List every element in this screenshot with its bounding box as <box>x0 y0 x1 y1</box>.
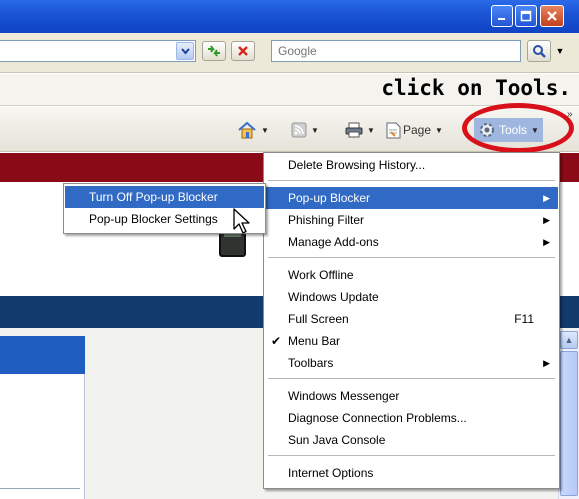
feeds-button[interactable]: ▼ <box>291 119 319 141</box>
scroll-thumb[interactable] <box>560 351 578 496</box>
address-field[interactable] <box>0 40 196 62</box>
rss-feed-icon <box>291 122 307 138</box>
tutorial-annotation-bar: click on Tools. <box>0 74 579 106</box>
close-window-button[interactable] <box>540 5 564 27</box>
chevron-up-icon: ▲ <box>564 335 574 345</box>
chevron-down-icon: ▼ <box>261 125 269 135</box>
tutorial-instruction: click on Tools. <box>381 76 571 100</box>
menu-item-windows-messenger[interactable]: Windows Messenger <box>265 385 558 407</box>
menu-item-label: Work Offline <box>288 268 354 282</box>
chevron-down-icon: ▼ <box>555 46 565 56</box>
menu-separator <box>268 378 555 379</box>
menu-item-label: Delete Browsing History... <box>288 158 426 172</box>
page-menu-button[interactable]: Page ▼ <box>386 119 443 141</box>
maximize-button[interactable] <box>515 5 537 27</box>
close-icon <box>547 11 557 21</box>
address-toolbar: ▼ <box>0 33 579 73</box>
menu-item-label: Menu Bar <box>288 334 341 348</box>
menu-item-toolbars[interactable]: Toolbars ▶ <box>265 352 558 374</box>
stop-icon <box>238 46 248 56</box>
page-menu-label: Page <box>403 123 432 137</box>
maximize-icon <box>520 10 532 22</box>
search-input[interactable] <box>271 40 521 62</box>
refresh-icon <box>208 45 220 57</box>
chevron-down-icon: ▼ <box>435 125 443 135</box>
mouse-pointer-icon <box>233 208 250 234</box>
menu-separator <box>268 180 555 181</box>
submenu-arrow-icon: ▶ <box>543 358 550 368</box>
menu-item-manage-add-ons[interactable]: Manage Add-ons ▶ <box>265 231 558 253</box>
menu-item-delete-browsing-history[interactable]: Delete Browsing History... <box>265 154 558 176</box>
menu-item-label: Phishing Filter <box>288 213 365 227</box>
menu-item-shortcut: F11 <box>514 312 534 326</box>
menu-item-popup-blocker[interactable]: Pop-up Blocker ▶ <box>265 187 558 209</box>
chevron-down-icon <box>180 47 190 55</box>
menu-item-label: Diagnose Connection Problems... <box>288 411 467 425</box>
page-blue-panel <box>0 336 85 374</box>
menu-item-label: Pop-up Blocker <box>288 191 371 205</box>
menu-item-diagnose-connection[interactable]: Diagnose Connection Problems... <box>265 407 558 429</box>
menu-item-label: Windows Messenger <box>288 389 400 403</box>
scroll-up-button[interactable]: ▲ <box>560 331 578 349</box>
menu-separator <box>268 455 555 456</box>
menu-item-label: Toolbars <box>288 356 334 370</box>
menu-item-work-offline[interactable]: Work Offline <box>265 264 558 286</box>
magnifier-icon <box>533 45 546 58</box>
menu-item-label: Internet Options <box>288 466 374 480</box>
menu-item-full-screen[interactable]: Full Screen F11 <box>265 308 558 330</box>
menu-item-internet-options[interactable]: Internet Options <box>265 462 558 484</box>
chevron-down-icon: ▼ <box>367 125 375 135</box>
tools-menu: Delete Browsing History... Pop-up Blocke… <box>263 152 560 489</box>
menu-item-label: Manage Add-ons <box>288 235 379 249</box>
refresh-button[interactable] <box>202 41 226 61</box>
page-side-panel <box>0 374 85 499</box>
checkmark-icon: ✔ <box>271 334 282 348</box>
stop-button[interactable] <box>231 41 255 61</box>
menu-item-label: Pop-up Blocker Settings <box>89 212 218 226</box>
menu-item-sun-java-console[interactable]: Sun Java Console <box>265 429 558 451</box>
menu-item-windows-update[interactable]: Windows Update <box>265 286 558 308</box>
search-options-button[interactable]: ▼ <box>553 40 567 62</box>
minimize-button[interactable] <box>491 5 513 27</box>
menu-item-menu-bar[interactable]: ✔ Menu Bar <box>265 330 558 352</box>
menu-item-label: Sun Java Console <box>288 433 386 447</box>
minimize-icon <box>498 18 505 20</box>
home-icon <box>238 121 256 139</box>
home-button[interactable]: ▼ <box>237 119 269 141</box>
submenu-arrow-icon: ▶ <box>543 193 550 203</box>
submenu-arrow-icon: ▶ <box>543 237 550 247</box>
page-icon <box>386 122 401 138</box>
chevron-down-icon: ▼ <box>311 125 319 135</box>
menu-item-label: Turn Off Pop-up Blocker <box>89 190 218 204</box>
submenu-arrow-icon: ▶ <box>543 215 550 225</box>
search-button[interactable] <box>527 40 551 62</box>
menu-item-phishing-filter[interactable]: Phishing Filter ▶ <box>265 209 558 231</box>
menu-item-label: Full Screen <box>288 312 349 326</box>
annotation-ring <box>462 103 574 153</box>
divider <box>0 488 80 489</box>
address-dropdown-button[interactable] <box>176 42 194 60</box>
menu-item-turn-off-popup-blocker[interactable]: Turn Off Pop-up Blocker <box>65 186 264 208</box>
printer-icon <box>345 122 363 138</box>
menu-separator <box>268 257 555 258</box>
menu-item-label: Windows Update <box>288 290 379 304</box>
print-button[interactable]: ▼ <box>345 119 375 141</box>
